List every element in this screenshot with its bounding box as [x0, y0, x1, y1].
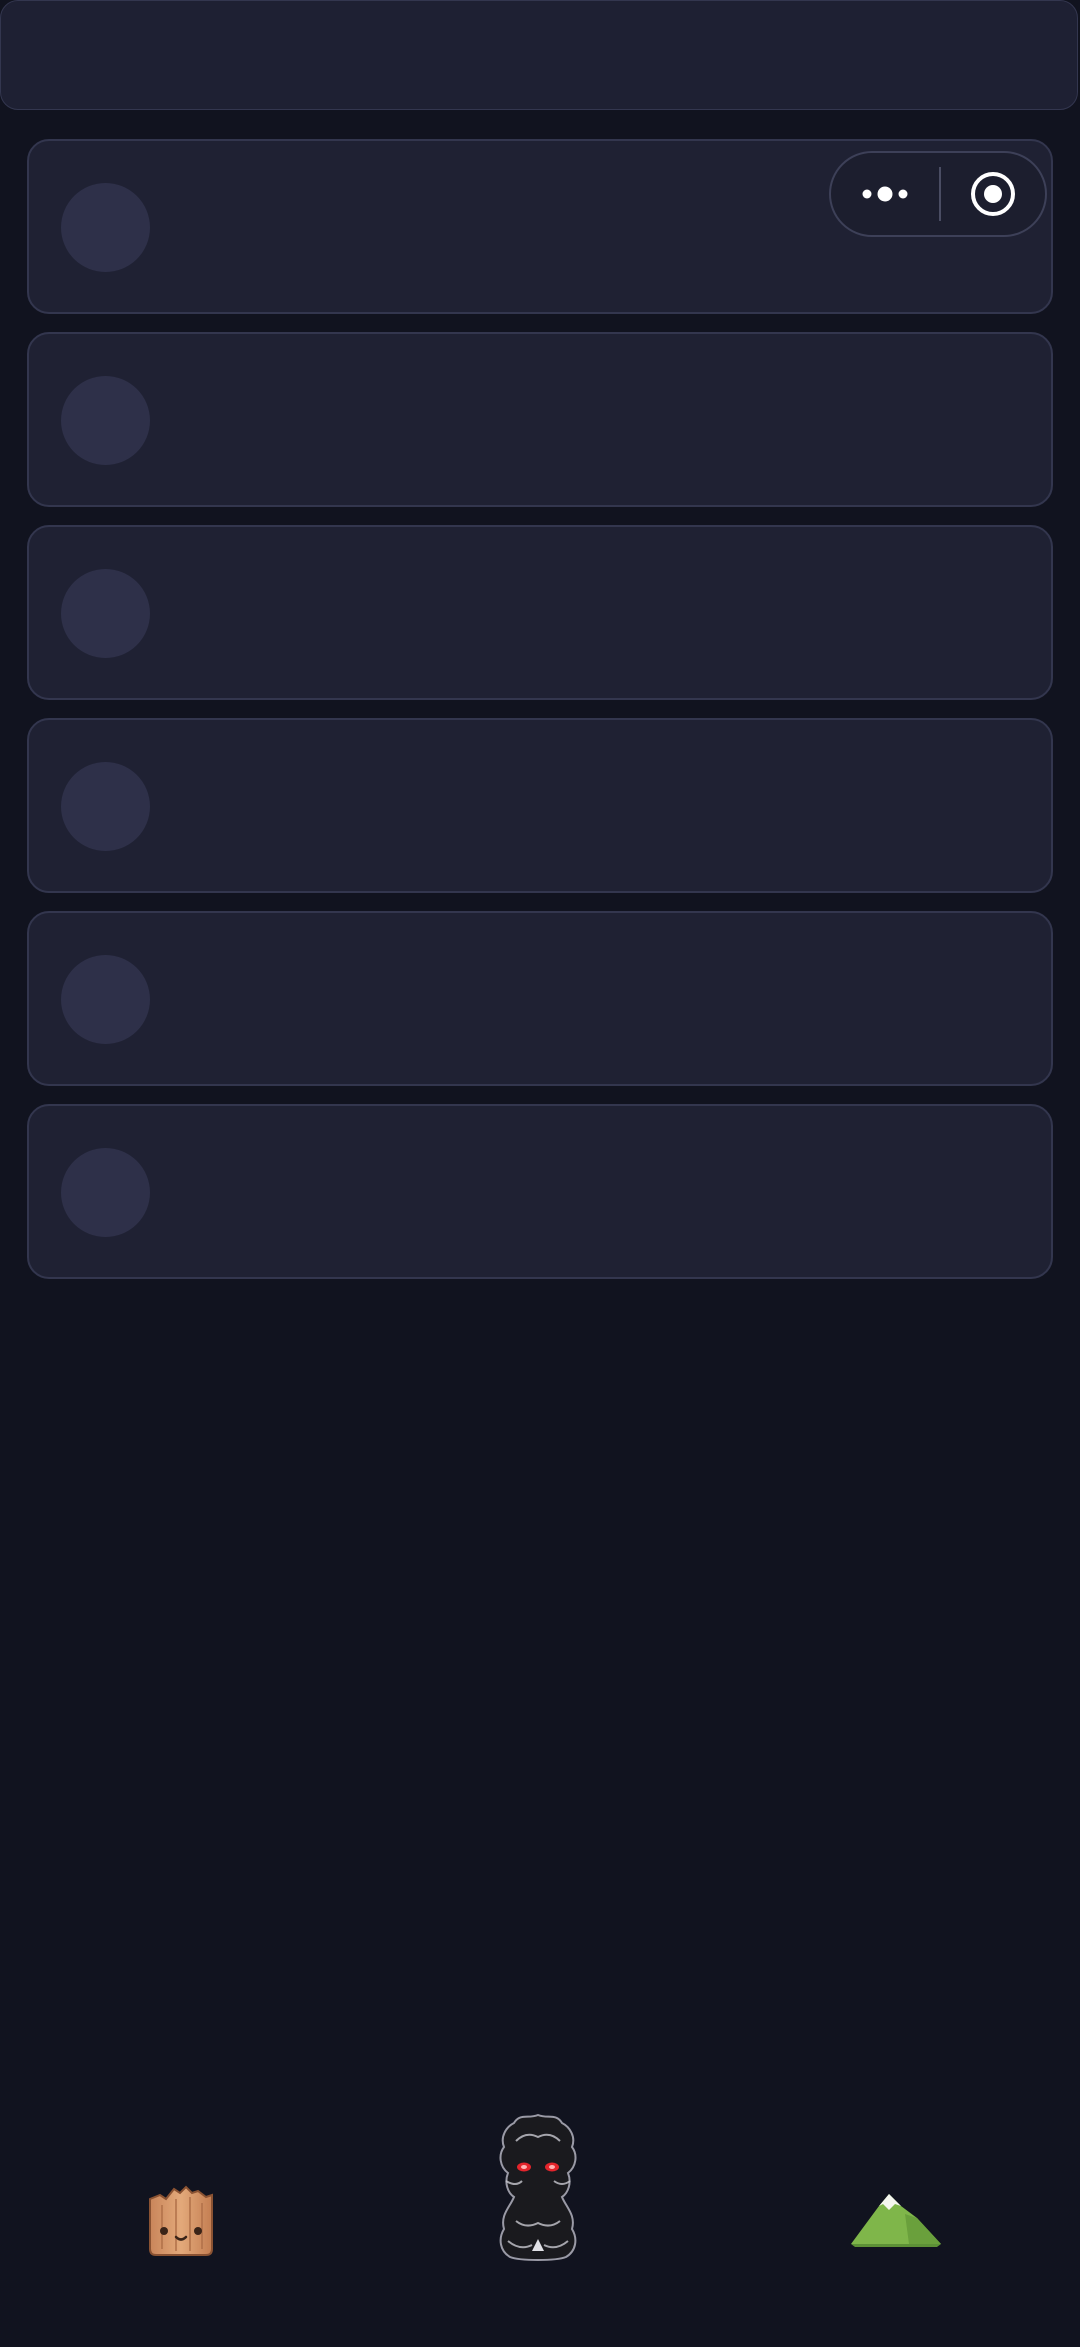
avatar-placeholder: [61, 376, 150, 465]
nav-item-shadow[interactable]: [486, 2111, 590, 2268]
avatar-placeholder: [61, 762, 150, 851]
shadow-creature-icon: [499, 2113, 577, 2261]
skeleton-list: [27, 139, 1053, 1297]
list-item[interactable]: [27, 718, 1053, 893]
bottom-navigation: [0, 2090, 1080, 2347]
list-item[interactable]: [27, 1104, 1053, 1279]
avatar-placeholder: [61, 1148, 150, 1237]
app-screen: [0, 0, 1080, 2347]
list-item[interactable]: [27, 911, 1053, 1086]
nav-item-wood[interactable]: [146, 2185, 216, 2262]
list-item[interactable]: [27, 332, 1053, 507]
avatar-placeholder: [61, 955, 150, 1044]
close-mini-program-button[interactable]: [941, 153, 1045, 235]
more-menu-button[interactable]: [831, 153, 939, 235]
avatar-placeholder: [61, 569, 150, 658]
more-dots-icon: [862, 186, 908, 202]
avatar-placeholder: [61, 183, 150, 272]
top-header-bar: [0, 0, 1078, 110]
green-mountain-icon: [851, 2194, 941, 2247]
wood-stump-icon: [149, 2185, 213, 2256]
mini-program-capsule: [829, 151, 1047, 237]
target-close-icon: [971, 172, 1015, 216]
list-item[interactable]: [27, 525, 1053, 700]
nav-item-mountain[interactable]: [849, 2192, 943, 2253]
